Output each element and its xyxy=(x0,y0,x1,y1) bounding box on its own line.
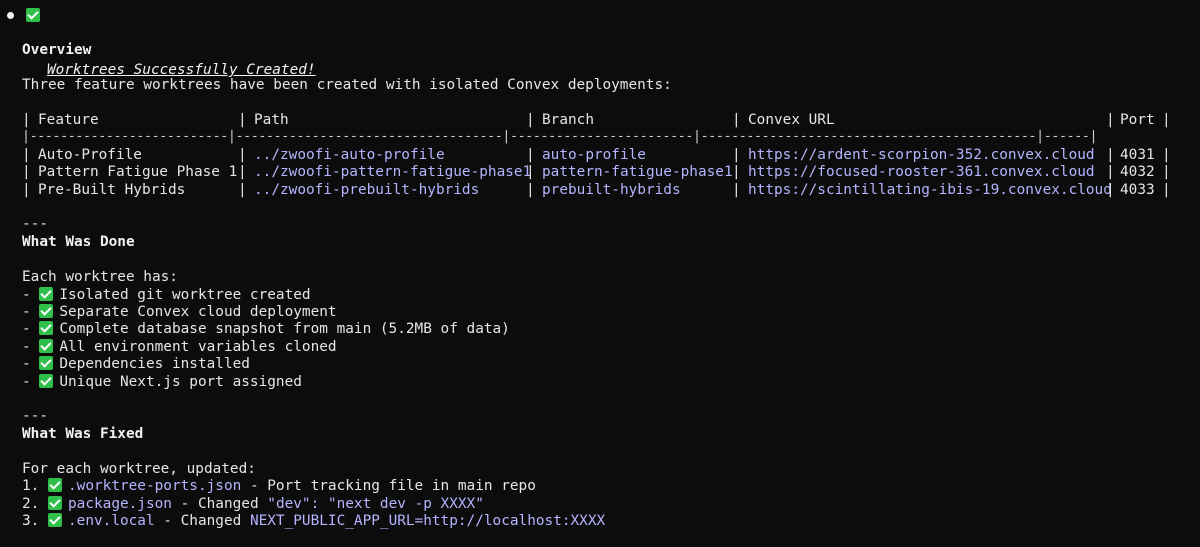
check-icon xyxy=(48,496,62,510)
list-item: - All environment variables cloned xyxy=(22,338,337,356)
section-rule: --- xyxy=(22,408,48,424)
cell-port: 4032 xyxy=(1120,164,1155,180)
dash-marker: - xyxy=(22,287,40,303)
overview-intro: Three feature worktrees have been create… xyxy=(22,77,672,93)
list-item: - Isolated git worktree created xyxy=(22,286,311,304)
table-header-port: Port xyxy=(1120,112,1155,128)
list-item-text: - Changed xyxy=(154,513,250,529)
check-icon xyxy=(39,287,54,301)
cell-path: ../zwoofi-prebuilt-hybrids xyxy=(254,182,480,198)
list-item-text: All environment variables cloned xyxy=(59,339,337,355)
cell-convex-url[interactable]: https://focused-rooster-361.convex.cloud xyxy=(748,163,1095,181)
fixed-intro: For each worktree, updated: xyxy=(22,461,256,477)
list-item: - Complete database snapshot from main (… xyxy=(22,320,510,338)
table-header-path: Path xyxy=(254,112,289,128)
check-icon xyxy=(39,374,54,388)
file-name: .worktree-ports.json xyxy=(68,478,242,494)
check-icon xyxy=(48,478,62,492)
table-separator: |--------------------------|------------… xyxy=(22,129,1098,144)
cell-branch: prebuilt-hybrids xyxy=(542,182,681,198)
table-row: | Auto-Profile | ../zwoofi-auto-profile … xyxy=(22,146,1171,164)
list-item-text: Separate Convex cloud deployment xyxy=(59,304,337,320)
fixed-heading: What Was Fixed xyxy=(22,426,144,442)
table-header-branch: Branch xyxy=(542,112,594,128)
dash-marker: - xyxy=(22,356,40,372)
table-row: | Pre-Built Hybrids | ../zwoofi-prebuilt… xyxy=(22,181,1171,199)
bullet-icon xyxy=(7,12,14,19)
table-header-convex-url: Convex URL xyxy=(748,112,835,128)
cell-port: 4031 xyxy=(1120,147,1155,163)
cell-path: ../zwoofi-auto-profile xyxy=(254,147,445,163)
cell-convex-url[interactable]: https://scintillating-ibis-19.convex.clo… xyxy=(748,181,1112,199)
list-item: - Unique Next.js port assigned xyxy=(22,373,302,391)
status-heading: Worktrees Successfully Created! xyxy=(0,7,400,78)
list-item: 2. package.json - Changed "dev": "next d… xyxy=(22,495,484,513)
cell-branch: auto-profile xyxy=(542,147,646,163)
cell-feature: Pre-Built Hybrids xyxy=(38,182,186,198)
cell-branch: pattern-fatigue-phase1 xyxy=(542,164,733,180)
check-icon xyxy=(39,304,54,318)
list-item-text: Isolated git worktree created xyxy=(59,287,311,303)
list-item: 1. .worktree-ports.json - Port tracking … xyxy=(22,477,536,495)
list-item: 3. .env.local - Changed NEXT_PUBLIC_APP_… xyxy=(22,512,605,530)
done-intro: Each worktree has: xyxy=(22,269,178,285)
check-icon xyxy=(48,513,62,527)
list-item-text: Dependencies installed xyxy=(59,356,250,372)
done-heading: What Was Done xyxy=(22,234,135,250)
code-snippet: NEXT_PUBLIC_APP_URL=http://localhost:XXX… xyxy=(249,513,606,529)
check-icon xyxy=(39,356,54,370)
check-icon xyxy=(39,339,54,353)
list-item-text: - Changed xyxy=(171,496,268,512)
section-rule: --- xyxy=(22,216,48,232)
file-name: package.json xyxy=(68,496,172,512)
dash-marker: - xyxy=(22,339,40,355)
cell-convex-url[interactable]: https://ardent-scorpion-352.convex.cloud xyxy=(748,146,1095,164)
code-snippet: "dev": "next dev -p XXXX" xyxy=(267,496,484,512)
list-number: 3. xyxy=(22,513,40,529)
table-header-feature: Feature xyxy=(38,112,99,128)
list-number: 2. xyxy=(22,496,40,512)
cell-port: 4033 xyxy=(1120,182,1155,198)
dash-marker: - xyxy=(22,304,40,320)
check-icon xyxy=(39,321,54,335)
cell-path: ../zwoofi-pattern-fatigue-phase1 xyxy=(254,164,532,180)
list-item: - Dependencies installed xyxy=(22,355,250,373)
list-number: 1. xyxy=(22,478,40,494)
list-item-text: Unique Next.js port assigned xyxy=(59,374,302,390)
cell-feature: Pattern Fatigue Phase 1 xyxy=(38,164,238,180)
file-name: .env.local xyxy=(68,513,155,529)
check-icon xyxy=(26,8,40,22)
list-item: - Separate Convex cloud deployment xyxy=(22,303,337,321)
table-row: | Pattern Fatigue Phase 1 | ../zwoofi-pa… xyxy=(22,163,1171,181)
list-item-text: - Port tracking file in main repo xyxy=(241,478,536,494)
cell-feature: Auto-Profile xyxy=(38,147,142,163)
dash-marker: - xyxy=(22,321,40,337)
dash-marker: - xyxy=(22,374,40,390)
table-header-row: | Feature | Path | Branch | Convex URL |… xyxy=(22,112,1171,128)
overview-heading: Overview xyxy=(22,42,92,58)
list-item-text: Complete database snapshot from main (5.… xyxy=(59,321,510,337)
